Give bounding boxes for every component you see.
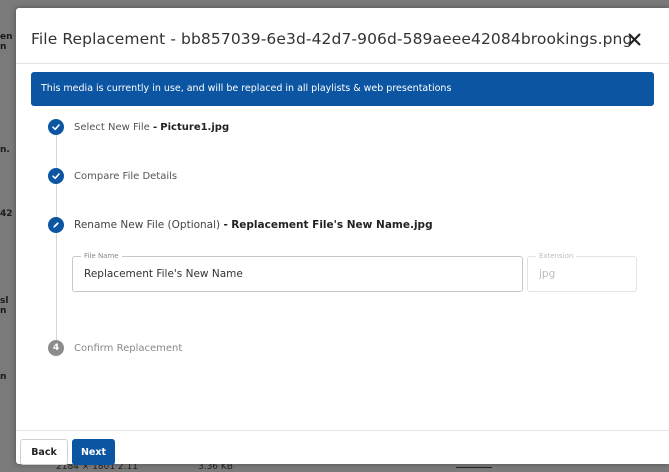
- extension-field: Extension: [527, 251, 637, 292]
- step-label: Confirm Replacement: [74, 342, 183, 354]
- check-icon: [48, 168, 64, 184]
- background-text-fragment: sl: [0, 296, 9, 306]
- step-rename-new-file: Rename New File (Optional) - Replacement…: [48, 216, 433, 234]
- step-label: Rename New File (Optional) - Replacement…: [74, 219, 433, 231]
- selected-file-name: Picture1.jpg: [160, 121, 230, 133]
- dialog-header: File Replacement - bb857039-6e3d-42d7-90…: [16, 8, 669, 64]
- background-text-fragment: n: [0, 372, 7, 382]
- check-icon: [48, 119, 64, 135]
- step-label: Select New File - Picture1.jpg: [74, 121, 230, 133]
- back-button[interactable]: Back: [20, 439, 68, 465]
- extension-label: Extension: [536, 251, 577, 261]
- file-name-field: File Name: [72, 251, 523, 292]
- step-label: Compare File Details: [74, 170, 178, 182]
- step-number-badge: 4: [48, 340, 64, 356]
- file-name-input[interactable]: [84, 268, 504, 280]
- new-file-name-preview: Replacement File's New Name.jpg: [231, 219, 433, 231]
- dialog-title: File Replacement - bb857039-6e3d-42d7-90…: [31, 30, 633, 48]
- close-icon: [628, 33, 640, 45]
- background-text-fragment: n.: [0, 145, 10, 155]
- in-use-warning-banner: This media is currently in use, and will…: [31, 72, 654, 106]
- background-text-fragment: en: [0, 32, 13, 42]
- step-compare-file-details: Compare File Details: [48, 167, 177, 185]
- file-name-label: File Name: [81, 251, 122, 261]
- next-button[interactable]: Next: [72, 439, 115, 465]
- extension-input: [539, 268, 629, 280]
- file-replacement-dialog: File Replacement - bb857039-6e3d-42d7-90…: [16, 8, 669, 465]
- background-text-fragment: n: [0, 306, 7, 316]
- background-text-fragment: 42: [0, 209, 13, 219]
- dialog-footer: Back Next: [16, 430, 669, 465]
- background-text-fragment: n: [0, 42, 7, 52]
- step-confirm-replacement: 4 Confirm Replacement: [48, 339, 182, 357]
- close-button[interactable]: [623, 28, 645, 50]
- stepper-connector-line: [56, 126, 57, 352]
- pencil-icon: [48, 217, 64, 233]
- background-divider: [456, 467, 492, 468]
- step-select-new-file: Select New File - Picture1.jpg: [48, 118, 229, 136]
